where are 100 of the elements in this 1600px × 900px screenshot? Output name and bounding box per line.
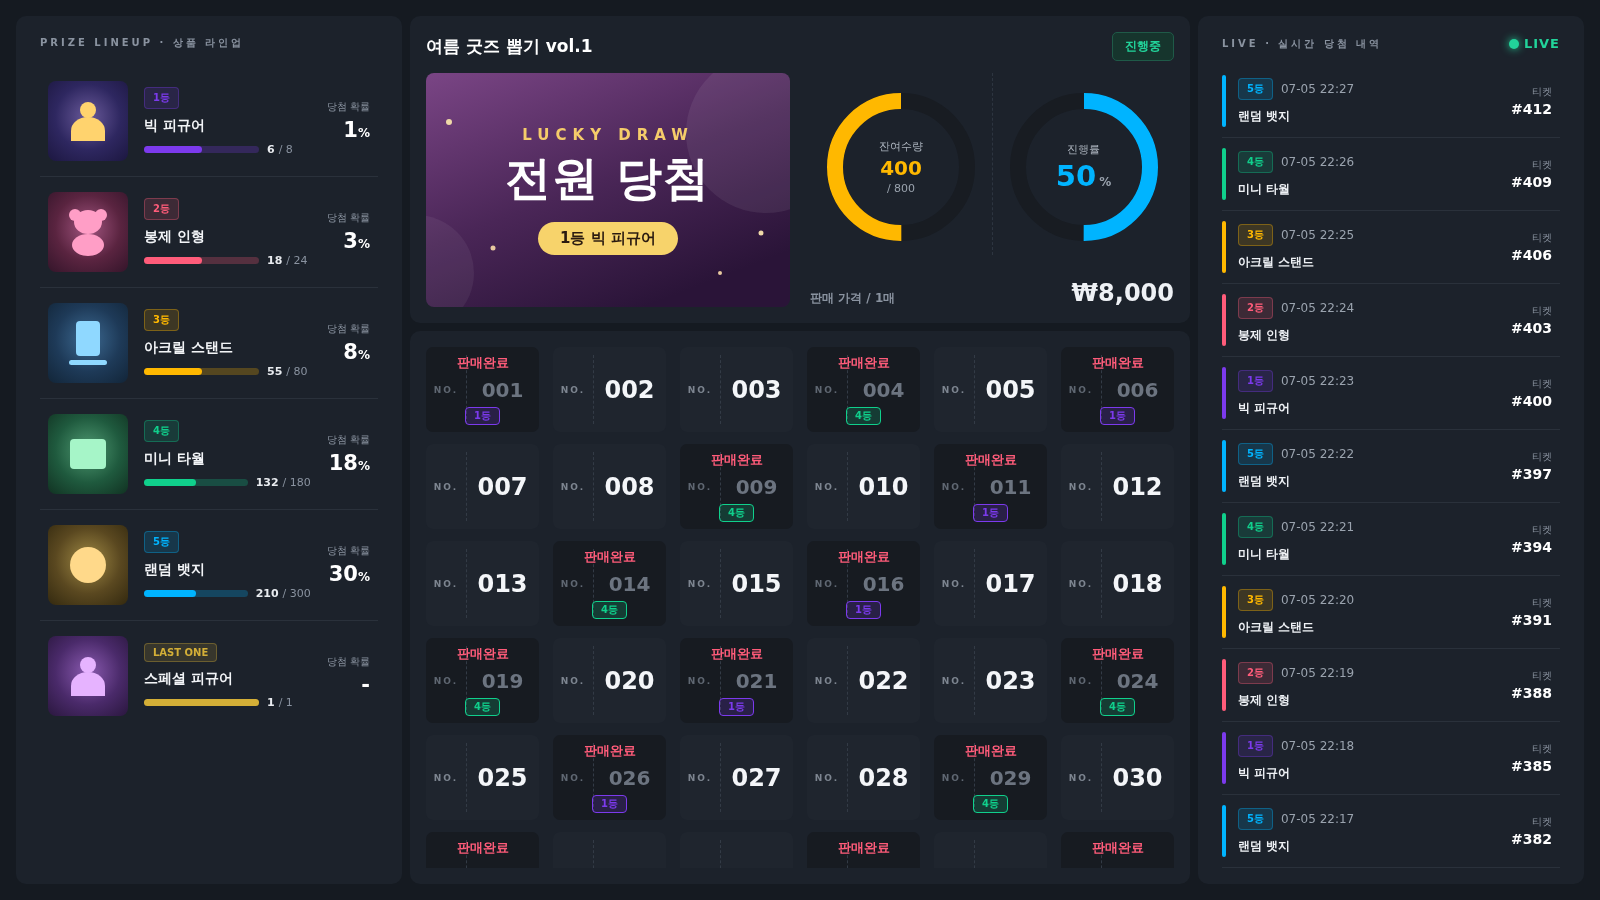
ticket-number: 028 (858, 763, 909, 792)
no-label: NO. (433, 384, 459, 395)
no-label: NO. (687, 772, 713, 783)
sold-out-label: 판매완료 (964, 742, 1017, 760)
ticket[interactable]: 판매완료 (1061, 832, 1174, 868)
ticket-label: 티켓 (1532, 523, 1552, 537)
sold-out-label: 판매완료 (837, 839, 890, 857)
odds-label: 당첨 확률 (326, 544, 370, 558)
ticket-number: 026 (608, 765, 651, 790)
stock-total: / 300 (282, 586, 311, 600)
gauge-value: 50 (1055, 158, 1097, 193)
tier-badge: 2등 (144, 197, 179, 220)
tier-badge: 2등 (1238, 296, 1273, 319)
sold-out-label: 판매완료 (456, 645, 509, 663)
tier-badge: 3등 (144, 308, 179, 331)
sold-out-label: 판매완료 (583, 742, 636, 760)
ticket[interactable]: NO. 006 판매완료 1등 (1061, 347, 1174, 432)
ticket-number: 019 (481, 668, 524, 693)
prize-name: 봉제 인형 (144, 227, 206, 246)
tier-badge: 3등 (1238, 588, 1273, 611)
ticket[interactable]: NO. 009 판매완료 4등 (680, 444, 793, 529)
prize-name: 랜덤 뱃지 (1238, 107, 1292, 125)
odds-label: 당첨 확률 (326, 100, 370, 114)
gauge-label: 진행률 (1067, 141, 1100, 157)
tier-badge: 4등 (1238, 150, 1273, 173)
ticket-label: 티켓 (1532, 815, 1552, 829)
banner-headline: 전원 당첨 (505, 149, 711, 207)
tier-badge: 4등 (592, 601, 627, 619)
win-time: 07-05 22:19 (1280, 665, 1355, 680)
ticket[interactable]: NO. 001 판매완료 1등 (426, 347, 539, 432)
ticket[interactable]: NO. 004 판매완료 4등 (807, 347, 920, 432)
ticket[interactable]: NO. 021 판매완료 1등 (680, 638, 793, 723)
ticket-number: 011 (989, 474, 1032, 499)
ticket[interactable]: NO. 026 판매완료 1등 (553, 735, 666, 820)
ticket[interactable]: NO. 011 판매완료 1등 (934, 444, 1047, 529)
sold-out-label: 판매완료 (964, 451, 1017, 469)
no-label: NO. (687, 481, 713, 492)
live-dot-icon (1508, 38, 1519, 49)
no-label: NO. (1068, 578, 1094, 589)
ticket-number: 004 (862, 377, 905, 402)
win-time: 07-05 22:26 (1280, 154, 1355, 169)
no-label: NO. (814, 481, 840, 492)
odds-unit: % (357, 459, 370, 473)
sold-out-label: 판매완료 (1091, 354, 1144, 372)
ticket[interactable]: 판매완료 (426, 832, 539, 868)
ticket-number: 024 (1116, 668, 1159, 693)
tier-badge: 1등 (592, 795, 627, 813)
stock-total: / 1 (278, 696, 293, 709)
ticket[interactable]: NO. 029 판매완료 4등 (934, 735, 1047, 820)
win-time: 07-05 22:17 (1280, 811, 1355, 826)
panel-title: LIVE · 실시간 당첨 내역 (1222, 36, 1383, 51)
ticket-number: #403 (1511, 320, 1552, 336)
no-label: NO. (1068, 384, 1094, 395)
price-value: ₩8,000 (1071, 279, 1174, 307)
stock-total: / 24 (286, 253, 308, 267)
prize-name: 랜덤 뱃지 (1238, 837, 1292, 855)
win-time: 07-05 22:25 (1280, 227, 1355, 242)
acrylic-stand-icon (69, 321, 107, 365)
ticket[interactable]: NO. 024 판매완료 4등 (1061, 638, 1174, 723)
sold-out-label: 판매완료 (456, 354, 509, 372)
live-label: LIVE (1523, 36, 1560, 51)
tier-badge: 4등 (144, 419, 179, 442)
odds-label: 당첨 확률 (326, 211, 370, 225)
stock-total: / 180 (282, 475, 311, 489)
sold-out-label: 판매완료 (710, 645, 763, 663)
prize-name: 아크릴 스탠드 (144, 338, 234, 357)
ticket-number: 021 (735, 668, 778, 693)
no-label: NO. (941, 384, 967, 395)
ticket-label: 티켓 (1532, 377, 1552, 391)
sold-out-label: 판매완료 (837, 548, 890, 566)
no-label: NO. (941, 675, 967, 686)
tier-badge: 1등 (1238, 734, 1273, 757)
ticket-label: 티켓 (1532, 231, 1552, 245)
prize-name: 랜덤 뱃지 (144, 560, 206, 579)
no-label: NO. (687, 578, 713, 589)
tier-badge: 5등 (144, 530, 179, 553)
no-label: NO. (433, 481, 459, 492)
ticket[interactable]: NO. 016 판매완료 1등 (807, 541, 920, 626)
odds-label: 당첨 확률 (326, 433, 370, 447)
ticket-label: 티켓 (1532, 158, 1552, 172)
status-badge: 진행중 (1112, 32, 1174, 61)
ticket-number: #400 (1511, 393, 1552, 409)
stock-count: 132 (255, 475, 279, 489)
win-time: 07-05 22:21 (1280, 519, 1355, 534)
towel-icon (70, 439, 106, 469)
ticket-number: 012 (1112, 472, 1163, 501)
no-label: NO. (433, 578, 459, 589)
ticket[interactable]: 판매완료 (807, 832, 920, 868)
no-label: NO. (941, 578, 967, 589)
ticket-number: 006 (1116, 377, 1159, 402)
stock-count: 18 (267, 253, 283, 267)
ticket[interactable]: NO. 014 판매완료 4등 (553, 541, 666, 626)
draw-title: 여름 굿즈 뽑기 vol.1 (426, 35, 593, 58)
tier-badge: 4등 (1238, 515, 1273, 538)
odds-value: 18 (328, 451, 358, 475)
ticket-label: 티켓 (1532, 85, 1552, 99)
tier-badge: 5등 (1238, 807, 1273, 830)
sold-out-label: 판매완료 (1091, 645, 1144, 663)
ticket[interactable]: NO. 019 판매완료 4등 (426, 638, 539, 723)
prize-name: 빅 피규어 (1238, 764, 1292, 782)
